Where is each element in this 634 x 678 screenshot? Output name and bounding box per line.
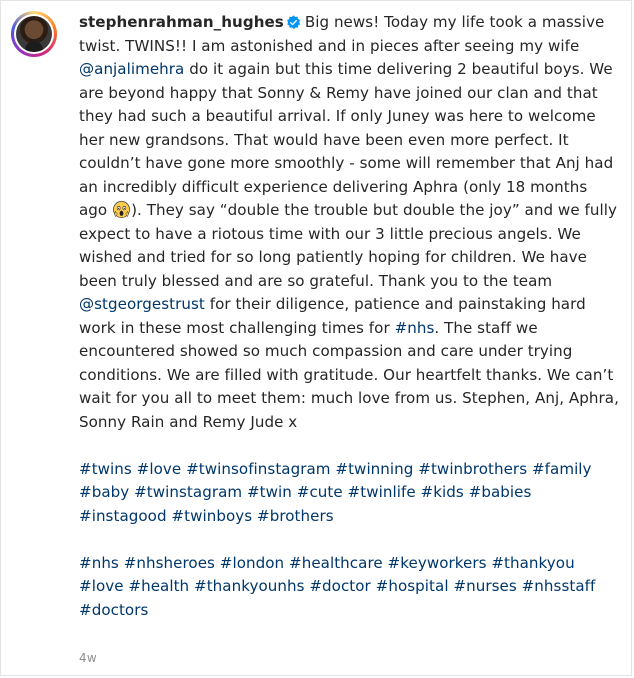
hashtag-group-2[interactable]: #nhs #nhsheroes #london #healthcare #key… xyxy=(79,552,619,623)
mention-stgeorgestrust[interactable]: @stgeorgestrust xyxy=(79,295,205,313)
caption-text: do it again but this time delivering 2 b… xyxy=(79,60,619,219)
post-timestamp[interactable]: 4w xyxy=(79,651,97,665)
mention-anjalimehra[interactable]: @anjalimehra xyxy=(79,60,184,78)
face-screaming-in-fear-emoji xyxy=(113,201,130,218)
username-link[interactable]: stephenrahman_hughes xyxy=(79,13,284,31)
caption-text: ). They say “double the trouble but doub… xyxy=(79,201,622,290)
profile-photo xyxy=(16,16,52,52)
hashtag-nhs[interactable]: #nhs xyxy=(395,319,435,337)
post-caption: stephenrahman_hughes Big news! Today my l… xyxy=(79,11,619,622)
avatar[interactable] xyxy=(11,11,57,57)
post-comment-panel: stephenrahman_hughes Big news! Today my l… xyxy=(0,0,632,676)
verified-badge-icon xyxy=(286,15,300,30)
hashtag-group-1[interactable]: #twins #love #twinsofinstagram #twinning… xyxy=(79,458,619,529)
